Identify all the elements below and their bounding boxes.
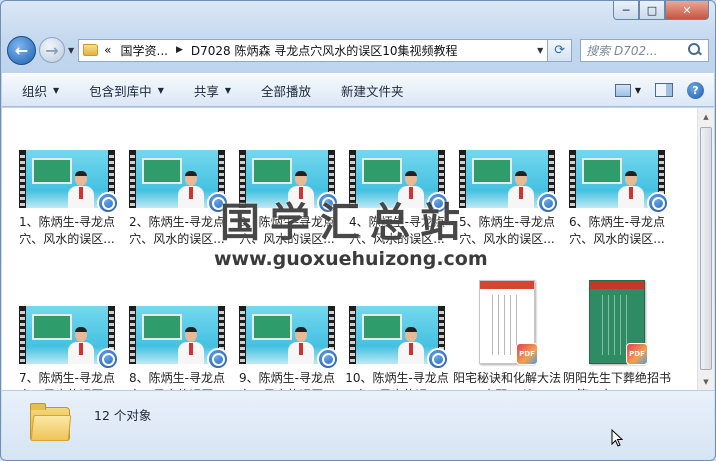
file-name: 10、陈炳生-寻龙点穴、风水的误... xyxy=(345,371,449,390)
media-player-icon xyxy=(317,348,339,370)
refresh-icon: ⟳ xyxy=(554,42,566,58)
search-box[interactable]: 搜索 D702... xyxy=(580,38,709,62)
video-frame xyxy=(466,150,548,208)
media-player-icon xyxy=(97,348,119,370)
watermark-url: www.guoxuehuizong.com xyxy=(214,248,488,270)
chevron-down-icon: ▼ xyxy=(53,85,60,95)
mouse-cursor-icon xyxy=(611,429,623,447)
arrow-right-icon: → xyxy=(45,40,59,60)
change-view-icon[interactable] xyxy=(614,83,631,97)
file-thumbnail xyxy=(347,284,449,370)
file-thumbnail: PDF xyxy=(457,280,557,365)
file-thumbnail xyxy=(127,284,229,370)
arrow-left-icon: ← xyxy=(14,40,29,60)
share-label: 共享 xyxy=(193,83,219,99)
view-controls: ▼ ? xyxy=(614,81,704,99)
chevron-down-icon: ▼ xyxy=(224,85,232,95)
new-folder-label: 新建文件夹 xyxy=(341,83,404,99)
help-icon[interactable]: ? xyxy=(687,81,704,99)
file-name: 阴阳先生下葬绝招书籍一本 1800... xyxy=(563,371,671,390)
include-in-library-menu[interactable]: 包含到库中 ▼ xyxy=(89,81,164,100)
breadcrumb-overflow[interactable]: « xyxy=(104,43,111,57)
pdf-file-item[interactable]: PDF 阴阳先生下葬绝招书籍一本 1800... xyxy=(562,280,672,390)
minimize-button[interactable]: ─ xyxy=(613,1,639,20)
file-thumbnail xyxy=(17,128,119,214)
video-frame xyxy=(136,150,218,208)
refresh-button[interactable]: ⟳ xyxy=(548,38,573,62)
file-thumbnail xyxy=(457,128,559,214)
video-file-item[interactable]: 6、陈炳生-寻龙点穴、风水的误区... xyxy=(562,128,672,280)
pdf-document-icon: PDF xyxy=(479,280,538,365)
pdf-icon: PDF xyxy=(626,343,648,365)
chevron-right-icon[interactable]: ▶ xyxy=(176,45,183,55)
file-name: 6、陈炳生-寻龙点穴、风水的误区... xyxy=(569,215,665,246)
file-name: 2、陈炳生-寻龙点穴、风水的误区... xyxy=(129,215,225,246)
video-file-item[interactable]: 1、陈炳生-寻龙点穴、风水的误区... xyxy=(12,128,122,280)
pdf-file-item[interactable]: PDF 阳宅秘诀和化解大法 玄觋.pdf xyxy=(452,280,562,390)
vertical-scrollbar[interactable]: ▲ ▼ xyxy=(697,108,714,390)
video-file-item[interactable]: 7、陈炳生-寻龙点穴、风水的误区... xyxy=(12,284,122,390)
pdf-document-icon: PDF xyxy=(589,280,648,365)
address-dropdown-icon[interactable]: ▼ xyxy=(533,46,547,55)
file-name: 9、陈炳生-寻龙点穴、风水的误区... xyxy=(239,371,335,390)
search-input[interactable]: 搜索 D702... xyxy=(586,42,687,59)
scrollbar-thumb[interactable] xyxy=(700,127,712,370)
play-all-button[interactable]: 全部播放 xyxy=(261,81,311,100)
scroll-down-icon[interactable]: ▼ xyxy=(698,373,714,390)
video-file-item[interactable]: 10、陈炳生-寻龙点穴、风水的误... xyxy=(342,284,452,390)
organize-menu[interactable]: 组织 ▼ xyxy=(22,81,59,100)
breadcrumb-current[interactable]: D7028 陈炳森 寻龙点穴风水的误区10集视频教程 xyxy=(191,42,458,59)
media-player-icon xyxy=(427,348,449,370)
search-icon[interactable] xyxy=(687,42,703,58)
video-frame xyxy=(356,306,438,364)
media-player-icon xyxy=(207,348,229,370)
scroll-up-icon[interactable]: ▲ xyxy=(698,108,714,125)
file-thumbnail xyxy=(127,128,229,214)
file-name: 8、陈炳生-寻龙点穴、风水的误区... xyxy=(129,371,225,390)
item-count: 12 个对象 xyxy=(94,408,152,423)
explorer-window: ─ □ ✕ ← → ▼ « 国学资... ▶ D7028 陈炳森 寻龙点穴风水的… xyxy=(0,0,716,461)
recent-pages-dropdown[interactable]: ▼ xyxy=(68,46,74,55)
video-file-item[interactable]: 8、陈炳生-寻龙点穴、风水的误区... xyxy=(122,284,232,390)
file-thumbnail xyxy=(17,284,119,370)
breadcrumb-item[interactable]: 国学资... xyxy=(121,42,168,59)
new-folder-button[interactable]: 新建文件夹 xyxy=(341,81,404,100)
forward-button[interactable]: → xyxy=(39,37,65,63)
include-library-label: 包含到库中 xyxy=(89,83,152,99)
folder-icon xyxy=(83,44,99,56)
preview-pane-icon[interactable] xyxy=(655,83,673,97)
video-frame xyxy=(246,306,328,364)
back-button[interactable]: ← xyxy=(7,35,36,65)
media-player-icon xyxy=(647,192,669,214)
play-all-label: 全部播放 xyxy=(261,83,312,99)
video-frame xyxy=(576,150,658,208)
file-thumbnail xyxy=(567,128,669,214)
file-name: 阳宅秘诀和化解大法 玄觋.pdf xyxy=(453,371,561,390)
close-button[interactable]: ✕ xyxy=(665,1,709,20)
organize-label: 组织 xyxy=(22,83,48,99)
watermark-text: 国学汇总站 xyxy=(220,199,470,246)
file-name: 7、陈炳生-寻龙点穴、风水的误区... xyxy=(19,371,115,390)
address-bar[interactable]: « 国学资... ▶ D7028 陈炳森 寻龙点穴风水的误区10集视频教程 ▼ xyxy=(78,38,549,62)
command-bar: 组织 ▼ 包含到库中 ▼ 共享 ▼ 全部播放 新建文件夹 ▼ ? xyxy=(2,73,714,107)
share-menu[interactable]: 共享 ▼ xyxy=(194,81,231,100)
view-options-dropdown[interactable]: ▼ xyxy=(635,86,641,95)
file-thumbnail: PDF xyxy=(567,280,667,365)
folder-icon xyxy=(30,403,72,441)
media-player-icon xyxy=(537,192,559,214)
pdf-icon: PDF xyxy=(516,343,538,365)
file-list-pane[interactable]: 1、陈炳生-寻龙点穴、风水的误区... 2、陈炳生-寻龙点穴、风水的误区... 3、… xyxy=(2,108,714,390)
video-file-item[interactable]: 9、陈炳生-寻龙点穴、风水的误区... xyxy=(232,284,342,390)
video-frame xyxy=(26,150,108,208)
video-frame xyxy=(136,306,218,364)
chevron-down-icon: ▼ xyxy=(157,85,164,95)
media-player-icon xyxy=(97,192,119,214)
file-thumbnail xyxy=(237,284,339,370)
details-pane: 12 个对象 xyxy=(2,390,714,459)
navigation-bar: ← → ▼ « 国学资... ▶ D7028 陈炳森 寻龙点穴风水的误区10集视… xyxy=(7,34,709,66)
caption-buttons: ─ □ ✕ xyxy=(613,1,709,20)
video-frame xyxy=(26,306,108,364)
maximize-button[interactable]: □ xyxy=(639,1,665,20)
file-name: 1、陈炳生-寻龙点穴、风水的误区... xyxy=(19,215,115,246)
